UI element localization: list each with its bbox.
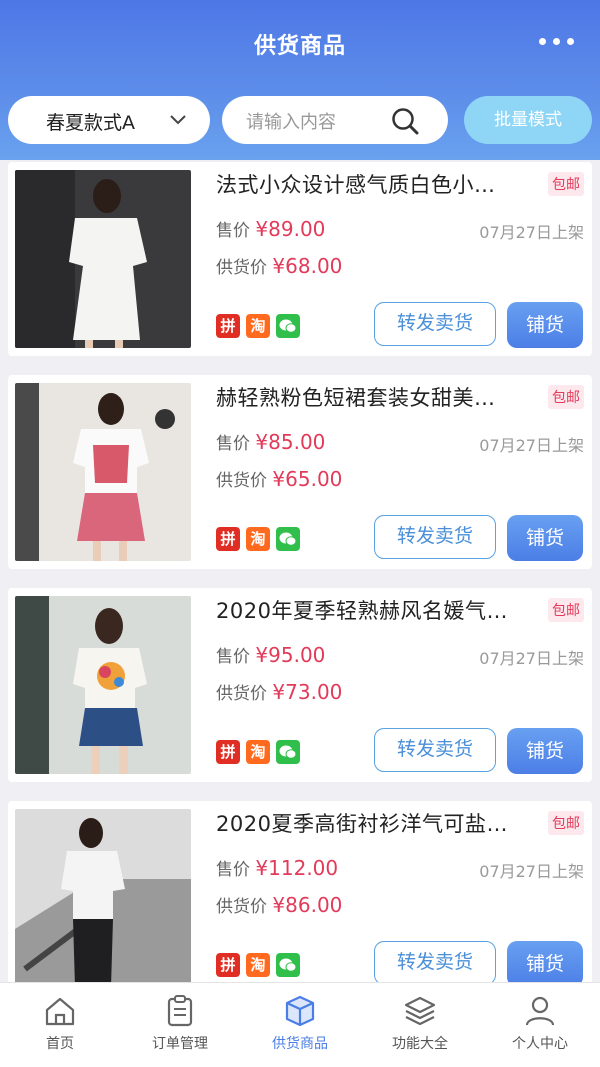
supply-price-row: 供货价 ¥86.00: [216, 892, 342, 917]
listing-date: 07月27日上架: [479, 436, 584, 455]
user-icon: [525, 996, 555, 1026]
batch-mode-button[interactable]: 批量模式: [464, 96, 592, 144]
search-input[interactable]: 请输入内容: [222, 96, 448, 144]
tab-home[interactable]: 首页: [0, 983, 120, 1067]
search-icon[interactable]: [390, 106, 420, 136]
tab-features-label: 功能大全: [392, 1036, 448, 1052]
supply-price: ¥68.00: [272, 254, 343, 278]
product-name: 2020年夏季轻熟赫风名媛气…: [216, 599, 508, 623]
wechat-icon: [276, 527, 300, 551]
tab-profile-label: 个人中心: [512, 1036, 568, 1052]
search-placeholder: 请输入内容: [246, 112, 336, 133]
wechat-icon: [276, 953, 300, 977]
listing-date: 07月27日上架: [479, 649, 584, 668]
sale-price-row: 售价 ¥112.00: [216, 855, 338, 880]
supply-price: ¥73.00: [272, 680, 343, 704]
supply-price-label: 供货价: [216, 684, 267, 704]
supply-price: ¥86.00: [272, 893, 343, 917]
listing-date: 07月27日上架: [479, 862, 584, 881]
clipboard-icon: [167, 995, 193, 1027]
layers-icon: [404, 996, 436, 1026]
product-card[interactable]: 2020年夏季轻熟赫风名媛气… 包邮 售价 ¥95.00 供货价 ¥73.00 …: [8, 588, 592, 782]
supply-price-row: 供货价 ¥73.00: [216, 679, 342, 704]
sale-price-label: 售价: [216, 434, 250, 454]
free-shipping-tag: 包邮: [548, 385, 584, 409]
header-bar: 供货商品 春夏款式A 请输入内容 批量模式: [0, 0, 600, 160]
pinduoduo-icon: 拼: [216, 527, 240, 551]
forward-sell-button[interactable]: 转发卖货: [374, 728, 496, 772]
platform-badges: 拼 淘: [216, 314, 300, 338]
supply-price-label: 供货价: [216, 258, 267, 278]
product-card[interactable]: 赫轻熟粉色短裙套装女甜美… 包邮 售价 ¥85.00 供货价 ¥65.00 07…: [8, 375, 592, 569]
pinduoduo-icon: 拼: [216, 740, 240, 764]
sale-price-label: 售价: [216, 860, 250, 880]
pinduoduo-icon: 拼: [216, 314, 240, 338]
free-shipping-tag: 包邮: [548, 598, 584, 622]
forward-sell-button[interactable]: 转发卖货: [374, 302, 496, 346]
product-name: 2020夏季高街衬衫洋气可盐…: [216, 812, 508, 836]
product-name: 法式小众设计感气质白色小…: [216, 173, 496, 197]
tab-supply-products[interactable]: 供货商品: [240, 983, 360, 1067]
sale-price: ¥95.00: [255, 643, 326, 667]
taobao-icon: 淘: [246, 953, 270, 977]
taobao-icon: 淘: [246, 314, 270, 338]
platform-badges: 拼 淘: [216, 527, 300, 551]
bottom-tab-bar: 首页 订单管理 供货商品 功能大全 个人中心: [0, 982, 600, 1067]
tab-supply-products-label: 供货商品: [272, 1036, 328, 1052]
sale-price: ¥85.00: [255, 430, 326, 454]
free-shipping-tag: 包邮: [548, 172, 584, 196]
product-name: 赫轻熟粉色短裙套装女甜美…: [216, 386, 496, 410]
pinduoduo-icon: 拼: [216, 953, 240, 977]
product-image[interactable]: [15, 170, 191, 348]
taobao-icon: 淘: [246, 740, 270, 764]
product-card[interactable]: 2020夏季高街衬衫洋气可盐… 包邮 售价 ¥112.00 供货价 ¥86.00…: [8, 801, 592, 995]
more-icon[interactable]: [539, 38, 574, 45]
listing-date: 07月27日上架: [479, 223, 584, 242]
tab-home-label: 首页: [46, 1036, 74, 1052]
box-icon: [285, 995, 315, 1027]
stock-button[interactable]: 铺货: [507, 941, 583, 987]
wechat-icon: [276, 314, 300, 338]
sale-price-row: 售价 ¥89.00: [216, 216, 325, 241]
product-image[interactable]: [15, 809, 191, 987]
supply-price: ¥65.00: [272, 467, 343, 491]
sale-price-label: 售价: [216, 221, 250, 241]
tab-orders-label: 订单管理: [152, 1036, 208, 1052]
sale-price-row: 售价 ¥95.00: [216, 642, 325, 667]
chevron-down-icon: [170, 115, 186, 125]
tab-profile[interactable]: 个人中心: [480, 983, 600, 1067]
product-image[interactable]: [15, 383, 191, 561]
sale-price-row: 售价 ¥85.00: [216, 429, 325, 454]
tab-orders[interactable]: 订单管理: [120, 983, 240, 1067]
sale-price-label: 售价: [216, 647, 250, 667]
forward-sell-button[interactable]: 转发卖货: [374, 941, 496, 985]
product-image[interactable]: [15, 596, 191, 774]
forward-sell-button[interactable]: 转发卖货: [374, 515, 496, 559]
tab-features[interactable]: 功能大全: [360, 983, 480, 1067]
supply-price-row: 供货价 ¥65.00: [216, 466, 342, 491]
stock-button[interactable]: 铺货: [507, 515, 583, 561]
supply-price-label: 供货价: [216, 897, 267, 917]
supply-price-label: 供货价: [216, 471, 267, 491]
sale-price: ¥112.00: [255, 856, 339, 880]
platform-badges: 拼 淘: [216, 953, 300, 977]
page-title: 供货商品: [253, 34, 346, 59]
season-dropdown[interactable]: 春夏款式A: [8, 96, 210, 144]
product-card[interactable]: 法式小众设计感气质白色小… 包邮 售价 ¥89.00 供货价 ¥68.00 07…: [8, 162, 592, 356]
sale-price: ¥89.00: [255, 217, 326, 241]
free-shipping-tag: 包邮: [548, 811, 584, 835]
season-dropdown-value: 春夏款式A: [46, 112, 135, 134]
supply-price-row: 供货价 ¥68.00: [216, 253, 342, 278]
wechat-icon: [276, 740, 300, 764]
home-icon: [45, 997, 75, 1026]
stock-button[interactable]: 铺货: [507, 728, 583, 774]
taobao-icon: 淘: [246, 527, 270, 551]
platform-badges: 拼 淘: [216, 740, 300, 764]
stock-button[interactable]: 铺货: [507, 302, 583, 348]
